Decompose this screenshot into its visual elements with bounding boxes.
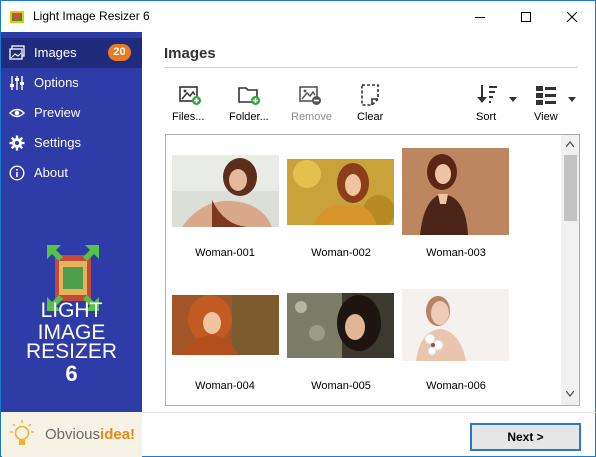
image-thumbnail[interactable] [287, 293, 394, 358]
sidebar-item-label: Options [34, 75, 79, 90]
images-icon [9, 45, 25, 60]
image-thumbnail[interactable] [402, 148, 509, 235]
brand-logo: Obviousidea! [45, 426, 136, 443]
image-caption: Woman-006 [426, 380, 486, 392]
thumbnail-image [402, 289, 509, 361]
window-title: Light Image Resizer 6 [33, 9, 150, 23]
brand-box[interactable]: Obviousidea! [2, 412, 142, 457]
logo-version: 6 [65, 361, 78, 386]
footer-divider [142, 412, 596, 413]
logo-text-line3: RESIZER [25, 340, 117, 363]
page-title: Images [164, 45, 216, 62]
sidebar-item-about[interactable]: About [1, 158, 142, 188]
remove-label: Remove [291, 111, 332, 123]
add-folder-label: Folder... [229, 111, 269, 123]
close-button[interactable] [549, 1, 595, 32]
maximize-icon [521, 11, 531, 22]
thumbnail-image [402, 148, 509, 235]
image-thumbnail[interactable] [287, 159, 394, 225]
close-icon [567, 11, 577, 22]
sort-button[interactable]: Sort [471, 83, 503, 125]
minimize-button[interactable] [457, 1, 503, 32]
sort-label: Sort [476, 111, 497, 123]
add-folder-button[interactable]: Folder... [226, 83, 276, 125]
thumbnail-image [287, 159, 394, 225]
add-folder-icon [238, 87, 260, 105]
eye-icon [9, 108, 25, 118]
image-thumbnail[interactable] [172, 295, 279, 355]
logo-text-line1: LIGHT [40, 299, 103, 322]
minimize-icon [475, 16, 485, 18]
scroll-down-icon[interactable] [566, 391, 574, 397]
add-files-button[interactable]: Files... [169, 83, 211, 125]
lightbulb-icon [10, 420, 34, 445]
image-caption: Woman-001 [195, 247, 255, 259]
title-bar: Light Image Resizer 6 [1, 1, 595, 32]
clear-icon [361, 84, 379, 106]
image-caption: Woman-005 [311, 380, 371, 392]
sidebar-item-label: Images [34, 45, 77, 60]
sidebar-item-options[interactable]: Options [1, 68, 142, 98]
scrollbar-thumb[interactable] [564, 155, 577, 221]
view-label: View [534, 111, 558, 123]
add-files-label: Files... [172, 111, 205, 123]
thumbnail-image [172, 295, 279, 355]
thumbnail-image [287, 293, 394, 358]
app-icon [10, 11, 24, 23]
clear-label: Clear [357, 111, 384, 123]
image-caption: Woman-003 [426, 247, 486, 259]
sliders-icon [10, 76, 24, 90]
next-button[interactable]: Next > [470, 423, 581, 451]
app-window: Light Image Resizer 6 Images 20 Options … [0, 0, 596, 457]
image-count-badge: 20 [108, 44, 131, 61]
view-list-icon [536, 86, 556, 105]
scroll-up-icon[interactable] [566, 141, 574, 147]
view-button[interactable]: View [531, 83, 561, 125]
sidebar-item-settings[interactable]: Settings [1, 128, 142, 158]
gear-icon [9, 135, 25, 151]
sidebar-item-preview[interactable]: Preview [1, 98, 142, 128]
thumbnail-image [172, 155, 279, 227]
sidebar-item-images[interactable]: Images 20 [1, 38, 142, 68]
sort-icon [477, 85, 497, 103]
image-caption: Woman-004 [195, 380, 255, 392]
image-list[interactable]: Woman-001 Woman-002 Woman-003 Woman-004 … [165, 134, 580, 406]
remove-button[interactable]: Remove [288, 83, 334, 125]
sidebar-item-label: Preview [34, 105, 81, 120]
image-thumbnail[interactable] [172, 155, 279, 227]
info-icon [9, 165, 25, 181]
clear-button[interactable]: Clear [353, 83, 387, 125]
vertical-scrollbar[interactable] [561, 135, 579, 405]
title-divider [164, 67, 578, 68]
sidebar-item-label: About [34, 165, 68, 180]
sort-dropdown-icon[interactable] [509, 97, 517, 102]
image-thumbnail[interactable] [402, 289, 509, 361]
sidebar-item-label: Settings [34, 135, 81, 150]
add-image-icon [179, 86, 201, 105]
view-dropdown-icon[interactable] [568, 97, 576, 102]
remove-image-icon [299, 86, 321, 105]
sidebar: Images 20 Options Preview Settings About… [1, 32, 142, 412]
maximize-button[interactable] [503, 1, 549, 32]
image-caption: Woman-002 [311, 247, 371, 259]
